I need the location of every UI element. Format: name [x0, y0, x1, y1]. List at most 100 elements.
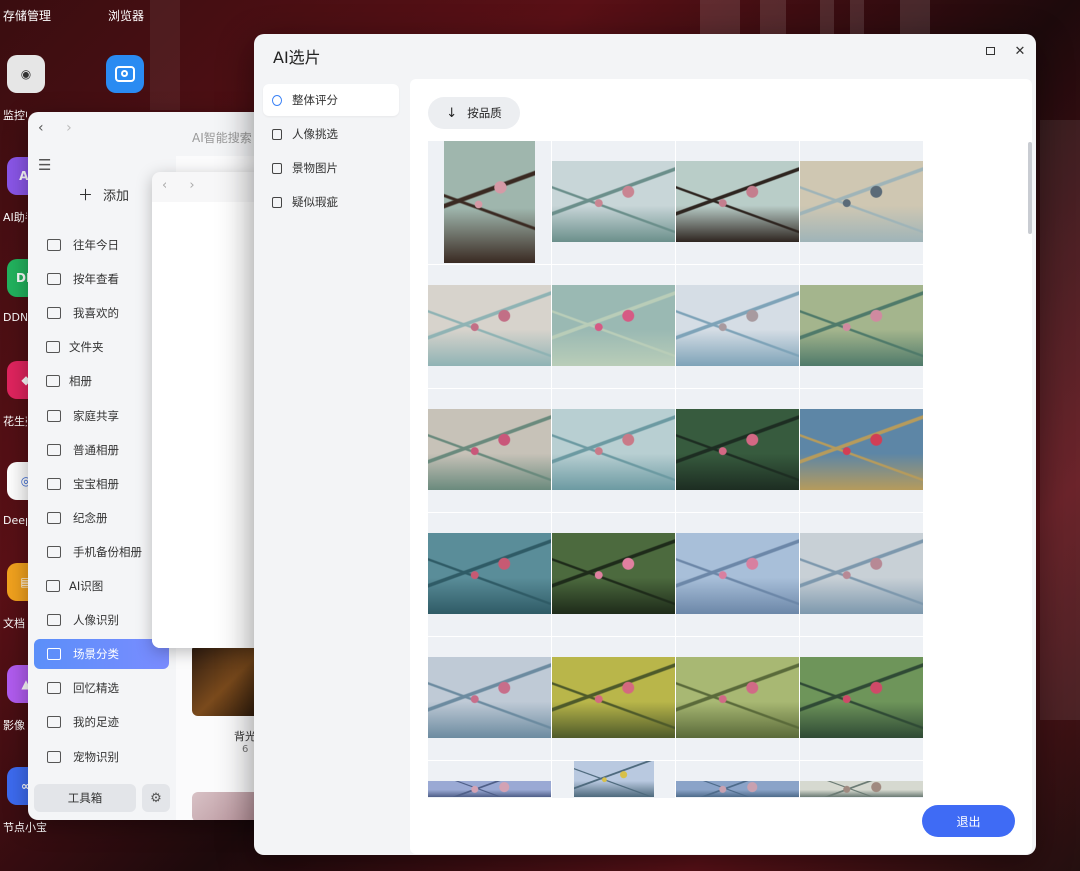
desktop-app-label[interactable]: 花生壳: [3, 413, 27, 429]
sidebar-item-label: 往年今日: [73, 238, 119, 252]
photo-cell[interactable]: [676, 761, 799, 798]
wallpaper-stripe: [850, 0, 864, 34]
photo-cell[interactable]: [800, 389, 923, 512]
secondary-window-nav: ‹ ›: [162, 178, 213, 193]
sidebar-item[interactable]: 纪念册: [34, 503, 169, 533]
desktop-app-label[interactable]: 监控中心: [3, 107, 27, 123]
desktop-app-label[interactable]: 影像: [3, 717, 27, 733]
desktop-app-label[interactable]: DeepSeek: [3, 514, 27, 527]
photo-cell[interactable]: [800, 265, 923, 388]
photo-thumbnail: [800, 409, 923, 490]
forward-arrow-icon[interactable]: ›: [189, 178, 194, 193]
sidebar-item[interactable]: 回忆精选: [34, 673, 169, 703]
photo-cell[interactable]: [428, 761, 551, 798]
ai-nav-item[interactable]: 整体评分: [263, 84, 399, 116]
browser-camera-icon[interactable]: [106, 55, 144, 93]
sort-button-label: 按品质: [467, 106, 502, 120]
sidebar-item-label: 普通相册: [73, 443, 119, 457]
photo-cell[interactable]: [676, 637, 799, 760]
photo-cell[interactable]: [552, 513, 675, 636]
face-icon: [47, 614, 61, 626]
desktop-app-label[interactable]: DDNS: [3, 311, 27, 324]
back-arrow-icon[interactable]: ‹: [38, 120, 44, 136]
photo-cell[interactable]: [800, 513, 923, 636]
sidebar-item[interactable]: 我的足迹: [34, 707, 169, 737]
ai-nav-item[interactable]: 景物图片: [263, 152, 399, 184]
photo-cell[interactable]: [552, 637, 675, 760]
desktop-label-browser[interactable]: 浏览器: [108, 7, 144, 24]
photo-cell[interactable]: [800, 761, 923, 798]
photo-thumbnail: [428, 409, 551, 490]
forward-arrow-icon[interactable]: ›: [66, 120, 72, 136]
ai-photo-select-window: AI选片 ✕ 整体评分 人像挑选 景物图片 疑似瑕疵 ↓ 按品质 退出: [254, 34, 1036, 855]
close-icon[interactable]: ✕: [1010, 41, 1030, 61]
arrow-down-icon: ↓: [446, 105, 458, 121]
photo-cell[interactable]: [552, 389, 675, 512]
photo-thumbnail: [552, 657, 675, 738]
photo-cell[interactable]: [428, 513, 551, 636]
desktop-app-label[interactable]: 节点小宝: [3, 819, 63, 835]
ai-icon: [46, 580, 60, 592]
sidebar-item[interactable]: 文件夹›: [34, 332, 169, 362]
scrollbar[interactable]: [1028, 142, 1032, 234]
photo-cell[interactable]: [676, 141, 799, 264]
sidebar-toggle-icon[interactable]: ☰: [38, 156, 51, 174]
photo-thumbnail: [428, 781, 551, 797]
sidebar-item[interactable]: 往年今日: [34, 230, 169, 260]
sidebar-item[interactable]: 普通相册: [34, 435, 169, 465]
scenery-image-icon: [272, 162, 282, 174]
photo-thumbnail: [552, 161, 675, 242]
flaw-icon: [272, 196, 282, 208]
exit-button[interactable]: 退出: [922, 805, 1015, 837]
sidebar-item[interactable]: 我喜欢的: [34, 298, 169, 328]
photo-cell[interactable]: [428, 637, 551, 760]
ai-nav-item[interactable]: 疑似瑕疵: [263, 186, 399, 218]
photo-cell[interactable]: [676, 265, 799, 388]
ai-search-input[interactable]: AI智能搜索: [192, 129, 252, 146]
photo-cell[interactable]: [428, 141, 551, 264]
photo-thumbnail: [552, 533, 675, 614]
desktop-app-label[interactable]: 文档: [3, 615, 27, 631]
back-arrow-icon[interactable]: ‹: [162, 178, 167, 193]
desktop-label-storage[interactable]: 存储管理: [3, 7, 51, 24]
sidebar-item[interactable]: 相册⌄: [34, 366, 169, 396]
desktop-app-label[interactable]: AI助手: [3, 209, 27, 225]
wallpaper-stripe: [700, 0, 740, 34]
photo-thumbnail: [428, 285, 551, 366]
photo-cell[interactable]: [676, 389, 799, 512]
sidebar-item[interactable]: 手机备份相册: [34, 537, 169, 567]
sidebar-item[interactable]: 宠物识别: [34, 742, 169, 772]
photo-thumbnail: [428, 533, 551, 614]
photo-cell[interactable]: [428, 265, 551, 388]
photo-cell[interactable]: [800, 637, 923, 760]
sidebar-item[interactable]: 家庭共享: [34, 401, 169, 431]
sidebar-item[interactable]: 场景分类: [34, 639, 169, 669]
photo-cell[interactable]: [552, 761, 675, 798]
memory-icon: [47, 682, 61, 694]
sidebar-item[interactable]: 人像识别: [34, 605, 169, 635]
photo-thumbnail: [676, 533, 799, 614]
toolbox-button[interactable]: 工具箱: [34, 784, 136, 812]
photo-cell[interactable]: [552, 265, 675, 388]
photo-cell[interactable]: [800, 141, 923, 264]
sidebar-item[interactable]: 按年查看: [34, 264, 169, 294]
wallpaper-stripe: [820, 0, 834, 34]
photo-cell[interactable]: [428, 389, 551, 512]
sidebar-item-label: 场景分类: [73, 647, 119, 661]
add-button[interactable]: ＋ 添加: [78, 184, 129, 205]
settings-gear-icon[interactable]: ⚙: [142, 784, 170, 812]
sort-by-quality-button[interactable]: ↓ 按品质: [428, 97, 520, 129]
sidebar-item-label: 回忆精选: [73, 681, 119, 695]
photo-thumbnail: [574, 761, 654, 797]
sidebar-item[interactable]: AI识图⌄: [34, 571, 169, 601]
photo-cell[interactable]: [676, 513, 799, 636]
photo-cell[interactable]: [552, 141, 675, 264]
calendar-icon: [47, 239, 61, 251]
album-count: 6: [242, 744, 249, 755]
baby-icon: [47, 478, 61, 490]
sidebar-item[interactable]: 宝宝相册: [34, 469, 169, 499]
maximize-icon[interactable]: [980, 41, 1000, 61]
desktop-app-icon[interactable]: ◉: [7, 55, 45, 93]
ai-nav-item[interactable]: 人像挑选: [263, 118, 399, 150]
photo-app-nav: ‹ ›: [38, 120, 90, 136]
